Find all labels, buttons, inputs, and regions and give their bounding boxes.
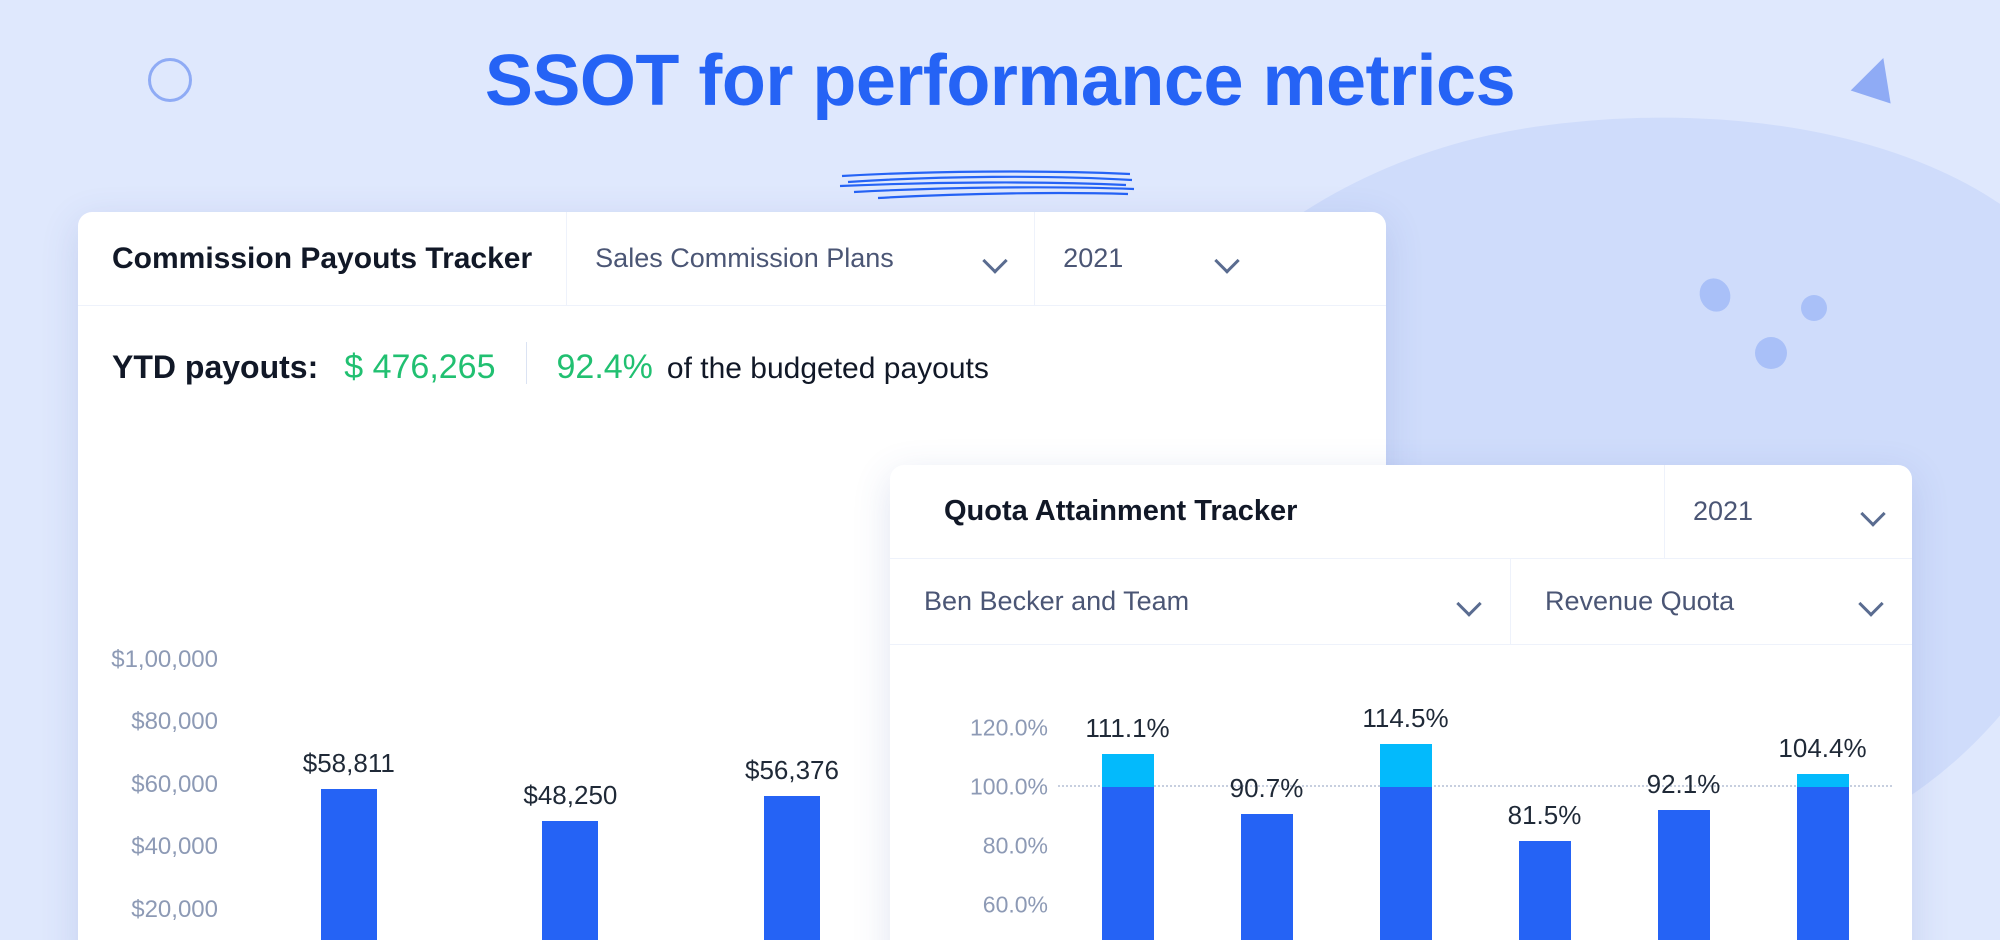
quota-y-tick-label: 120.0%: [969, 714, 1048, 741]
ytd-label: YTD payouts:: [112, 349, 319, 385]
commission-plan-dropdown-value: Sales Commission Plans: [595, 243, 894, 273]
chevron-down-icon: [1216, 252, 1238, 265]
quota-bar-over-threshold-cap: [1101, 753, 1154, 787]
quota-type-dropdown-value: Revenue Quota: [1545, 586, 1735, 616]
quota-bar[interactable]: [1796, 773, 1849, 940]
ytd-divider: [525, 342, 527, 384]
quota-owner-dropdown-value: Ben Becker and Team: [924, 586, 1190, 616]
page-root: SSOT for performance metrics Commission …: [0, 0, 2000, 940]
quota-bar-group: 104.4%: [1753, 653, 1892, 940]
title-underline-scribble: [839, 170, 1135, 200]
quota-bar-group: 81.5%: [1475, 653, 1614, 940]
commission-bar-group: $58,811Jan: [238, 542, 460, 940]
chevron-down-icon: [1862, 505, 1884, 518]
quota-owner-dropdown[interactable]: Ben Becker and Team: [890, 559, 1510, 644]
commission-bar-group: $48,250Feb: [460, 542, 682, 940]
commission-bar[interactable]: [320, 788, 377, 940]
quota-attainment-tracker-card: Quota Attainment Tracker 2021 Ben Becker…: [890, 465, 1912, 940]
quota-bar-group: 114.5%: [1336, 653, 1475, 940]
ytd-summary: YTD payouts: $ 476,265 92.4% of the budg…: [78, 306, 1386, 387]
page-title: SSOT for performance metrics: [484, 41, 1516, 121]
quota-bar[interactable]: [1101, 753, 1154, 940]
quota-y-tick-label: 80.0%: [982, 832, 1048, 859]
quota-bar-group: 92.1%: [1614, 653, 1753, 940]
quota-card-header: Quota Attainment Tracker 2021: [890, 465, 1912, 559]
commission-bar-group: $56,376Mar: [681, 542, 903, 940]
quota-chart-plot-area: 111.1% 90.7% 114.5% 81.5% 92.1% 104.4%: [1058, 653, 1892, 940]
commission-y-tick-label: $20,000: [131, 895, 218, 923]
ytd-description: of the budgeted payouts: [666, 352, 989, 385]
quota-bar-value-label: 92.1%: [1646, 768, 1721, 799]
quota-type-dropdown[interactable]: Revenue Quota: [1510, 559, 1912, 644]
quota-y-tick-label: 100.0%: [969, 773, 1048, 800]
commission-y-tick-label: $40,000: [131, 833, 218, 861]
dot-decoration-c: [1755, 337, 1787, 369]
quota-bar-over-threshold-cap: [1796, 773, 1849, 787]
quota-bar-value-label: 114.5%: [1362, 702, 1449, 733]
commission-plan-dropdown[interactable]: Sales Commission Plans: [566, 212, 1034, 305]
quota-bar[interactable]: [1240, 814, 1293, 940]
quota-chart-bars: 111.1% 90.7% 114.5% 81.5% 92.1% 104.4%: [1058, 653, 1892, 940]
commission-bar-value-label: $58,811: [302, 747, 395, 778]
quota-bar-value-label: 104.4%: [1778, 732, 1867, 763]
commission-bar[interactable]: [763, 796, 820, 940]
commission-y-tick-label: $1,00,000: [111, 646, 218, 673]
chevron-down-icon: [984, 252, 1006, 265]
quota-bar-over-threshold-cap: [1379, 743, 1432, 787]
quota-bar-chart: 120.0%100.0%80.0%60.0%40.0% 111.1%90.7%1…: [890, 653, 1912, 940]
dot-decoration-b: [1801, 295, 1827, 321]
commission-bar-value-label: $48,250: [523, 780, 618, 811]
quota-y-tick-label: 60.0%: [982, 891, 1048, 918]
commission-bar-value-label: $56,376: [744, 755, 839, 786]
commission-y-tick-label: $60,000: [131, 770, 218, 798]
chevron-down-icon: [1860, 595, 1882, 608]
quota-bar[interactable]: [1518, 841, 1571, 940]
quota-year-dropdown[interactable]: 2021: [1664, 465, 1912, 558]
commission-card-header: Commission Payouts Tracker Sales Commiss…: [78, 212, 1386, 306]
quota-bar-group: 90.7%: [1197, 653, 1336, 940]
quota-bar-value-label: 81.5%: [1507, 800, 1582, 831]
commission-bar[interactable]: [542, 821, 599, 940]
ytd-amount: $ 476,265: [344, 348, 496, 386]
chevron-down-icon: [1458, 595, 1480, 608]
quota-bar[interactable]: [1379, 743, 1432, 940]
quota-bar[interactable]: [1657, 809, 1710, 940]
quota-bar-value-label: 90.7%: [1229, 773, 1304, 804]
quota-bar-group: 111.1%: [1058, 653, 1197, 940]
quota-filter-row: Ben Becker and Team Revenue Quota: [890, 559, 1912, 645]
commission-year-dropdown-value: 2021: [1063, 243, 1124, 273]
quota-year-dropdown-value: 2021: [1693, 496, 1754, 526]
quota-bar-value-label: 111.1%: [1085, 712, 1170, 743]
quota-card-title: Quota Attainment Tracker: [944, 495, 1298, 527]
commission-y-tick-label: $80,000: [131, 708, 218, 736]
ytd-percent: 92.4%: [556, 348, 653, 386]
commission-year-dropdown[interactable]: 2021: [1034, 212, 1266, 305]
commission-card-title: Commission Payouts Tracker: [112, 241, 533, 275]
